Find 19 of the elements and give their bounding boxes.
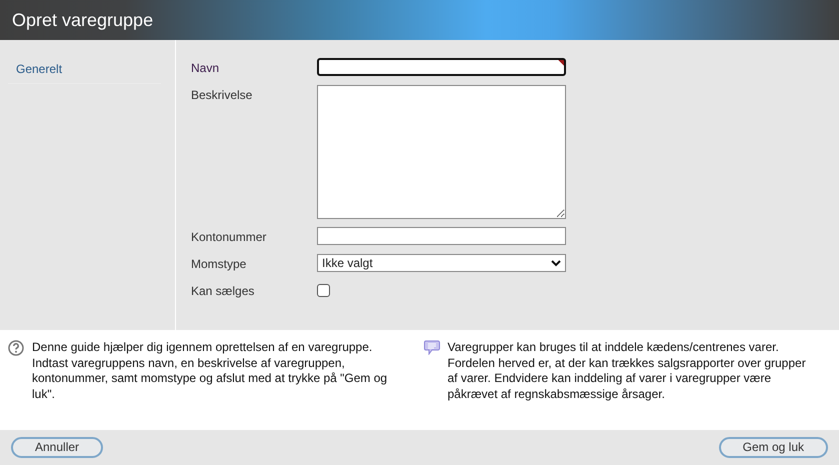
- chevron-down-icon: [551, 260, 561, 266]
- button[interactable]: Gem og luk: [718, 437, 828, 458]
- dropdown[interactable]: Ikke valgt: [317, 254, 566, 272]
- input-field[interactable]: [317, 227, 566, 245]
- help-text: Varegrupper kan bruges til at inddele kædens/centrenes varer. Fordelen herved er, at der kan trækkes salgsrapporter over grupper af varer. Endvidere kan inddeling af varer i varegrupper være påkrævet af regnskabsmæssige årsager.: [448, 340, 807, 403]
- input-field[interactable]: [317, 58, 566, 76]
- field-label: Beskrivelse: [191, 87, 254, 104]
- help-icon: [8, 340, 24, 356]
- button[interactable]: Annuller: [11, 437, 104, 458]
- text-area[interactable]: [317, 85, 566, 219]
- field-label: Kontonummer: [191, 229, 268, 246]
- checkbox[interactable]: [317, 284, 330, 297]
- sidebar-item[interactable]: Generelt: [8, 59, 161, 84]
- field-label: Navn: [191, 60, 220, 77]
- window-title: Opret varegruppe: [12, 8, 154, 32]
- speech-bubble-icon: [424, 340, 440, 356]
- help-text: Denne guide hjælper dig igennem oprettelsen af en varegruppe. Indtast varegruppens navn, en beskrivelse af varegruppen, kontonummer, samt momstype og afslut med at trykke på "Gem og luk".: [32, 340, 388, 403]
- field-label: Momstype: [191, 256, 248, 273]
- field-label: Kan sælges: [191, 283, 256, 300]
